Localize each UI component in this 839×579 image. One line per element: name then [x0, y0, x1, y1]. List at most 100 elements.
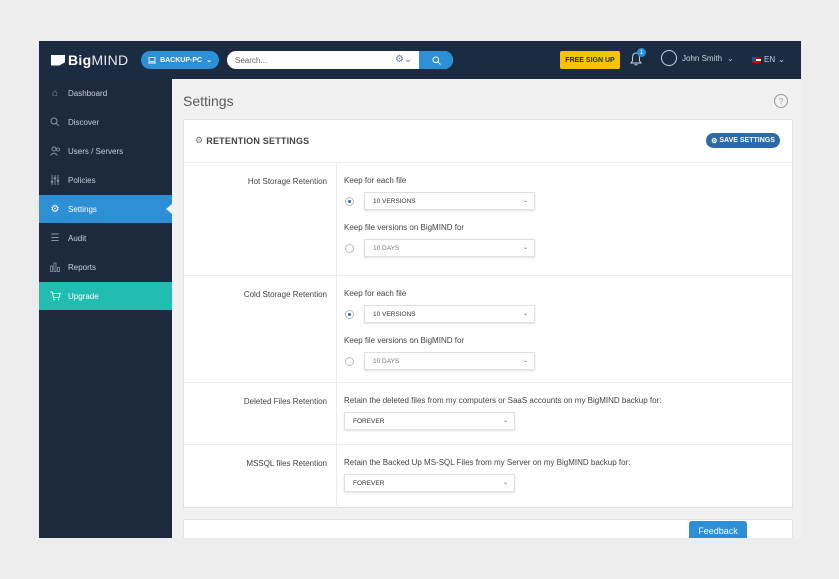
search-input[interactable]: [235, 51, 385, 69]
sidebar-item-label: Policies: [68, 175, 96, 185]
search-button[interactable]: [419, 51, 453, 69]
chevron-down-icon: ⌄: [502, 480, 508, 486]
save-settings-label: SAVE SETTINGS: [719, 137, 775, 144]
users-icon: [49, 145, 61, 157]
device-selector-button[interactable]: BACKUP-PC ⌄: [141, 51, 219, 69]
us-flag-icon: [752, 56, 761, 63]
sidebar-item-policies[interactable]: Policies: [39, 166, 172, 194]
chevron-down-icon: ⌄: [522, 198, 528, 204]
chevron-down-icon: ⌄: [502, 418, 508, 424]
help-icon[interactable]: ?: [774, 94, 788, 108]
list-icon: ☰: [50, 232, 60, 244]
retention-settings-panel: ⚙ RETENTION SETTINGS ⚙ SAVE SETTINGS Hot…: [183, 119, 793, 508]
cold-days-select[interactable]: 10 DAYS ⌄: [364, 352, 535, 370]
top-bar: BigMIND BACKUP-PC ⌄ ⚙⌄ FREE SIGN UP 1 Jo…: [39, 41, 801, 79]
cold-storage-row: Cold Storage Retention Keep for each fil…: [184, 276, 792, 383]
sidebar-item-upgrade[interactable]: Upgrade: [39, 282, 172, 310]
chevron-down-icon: ⌄: [206, 57, 212, 64]
app-window: BigMIND BACKUP-PC ⌄ ⚙⌄ FREE SIGN UP 1 Jo…: [39, 41, 801, 538]
gear-icon: ⚙: [195, 135, 204, 145]
deleted-files-select[interactable]: FOREVER ⌄: [344, 412, 515, 430]
sidebar: ⌂ Dashboard Discover Users / Servers Pol…: [39, 79, 172, 538]
search-bar: ⚙⌄: [227, 51, 453, 69]
user-menu[interactable]: John Smith ⌄: [661, 50, 734, 66]
sidebar-item-label: Dashboard: [68, 88, 108, 98]
sidebar-item-label: Reports: [68, 262, 97, 272]
mssql-files-select[interactable]: FOREVER ⌄: [344, 474, 515, 492]
row-divider: [336, 163, 337, 275]
keep-each-file-label: Keep for each file: [344, 289, 407, 298]
cold-days-radio[interactable]: [345, 357, 354, 366]
panel-title-text: RETENTION SETTINGS: [206, 135, 310, 146]
cold-storage-label: Cold Storage Retention: [243, 290, 327, 299]
select-value: FOREVER: [353, 418, 385, 425]
sidebar-item-reports[interactable]: Reports: [39, 253, 172, 281]
sidebar-item-label: Users / Servers: [68, 146, 124, 156]
cart-icon: [49, 290, 61, 302]
avatar-icon: [661, 50, 677, 66]
sidebar-item-audit[interactable]: ☰ Audit: [39, 224, 172, 252]
hot-storage-row: Hot Storage Retention Keep for each file…: [184, 163, 792, 276]
sidebar-item-label: Discover: [68, 117, 100, 127]
gear-icon: ⚙: [50, 203, 60, 215]
feedback-button[interactable]: Feedback: [689, 521, 747, 538]
deleted-files-label: Deleted Files Retention: [243, 397, 327, 406]
sidebar-item-users-servers[interactable]: Users / Servers: [39, 137, 172, 165]
sidebar-item-dashboard[interactable]: ⌂ Dashboard: [39, 79, 172, 107]
sidebar-item-discover[interactable]: Discover: [39, 108, 172, 136]
language-selector[interactable]: EN ⌄: [752, 55, 785, 64]
hot-versions-select[interactable]: 10 VERSIONS ⌄: [364, 192, 535, 210]
deleted-files-description: Retain the deleted files from my compute…: [344, 396, 662, 405]
free-signup-button[interactable]: FREE SIGN UP: [560, 51, 620, 69]
page-title: Settings: [183, 93, 234, 109]
row-divider: [336, 383, 337, 444]
select-value: 10 DAYS: [373, 245, 400, 252]
hot-days-select[interactable]: 10 DAYS ⌄: [364, 239, 535, 257]
chevron-down-icon: ⌄: [778, 55, 785, 64]
sidebar-item-label: Upgrade: [68, 291, 99, 301]
chevron-down-icon: ⌄: [522, 245, 528, 251]
search-options-gear-icon[interactable]: ⚙⌄: [395, 54, 412, 65]
panel-header: ⚙ RETENTION SETTINGS ⚙ SAVE SETTINGS: [184, 120, 792, 163]
chevron-down-icon: ⌄: [727, 53, 734, 63]
panel-title: ⚙ RETENTION SETTINGS: [195, 135, 309, 146]
sidebar-item-settings[interactable]: ⚙ Settings: [39, 195, 172, 223]
chevron-down-icon: ⌄: [522, 358, 528, 364]
gear-icon: ⚙: [711, 137, 718, 145]
notification-badge: 1: [637, 48, 646, 57]
hot-storage-label: Hot Storage Retention: [247, 177, 327, 186]
row-divider: [336, 445, 337, 506]
select-value: 10 DAYS: [373, 358, 400, 365]
logo-mark-icon: [51, 54, 65, 66]
keep-versions-label: Keep file versions on BigMIND for: [344, 336, 465, 345]
bar-chart-icon: [49, 261, 61, 273]
search-icon: [432, 56, 441, 65]
language-label: EN: [764, 55, 776, 64]
search-icon: [49, 116, 61, 128]
sidebar-item-label: Settings: [68, 204, 97, 214]
row-divider: [336, 276, 337, 382]
sidebar-item-label: Audit: [68, 233, 87, 243]
cold-versions-select[interactable]: 10 VERSIONS ⌄: [364, 305, 535, 323]
keep-each-file-label: Keep for each file: [344, 176, 407, 185]
laptop-icon: [148, 56, 157, 63]
device-label: BACKUP-PC: [160, 56, 203, 64]
sliders-icon: [49, 174, 61, 186]
logo-text-bold: Big: [68, 52, 92, 68]
user-name: John Smith: [682, 53, 723, 63]
notifications-button[interactable]: 1: [630, 48, 646, 68]
select-value: 10 VERSIONS: [373, 311, 416, 318]
chevron-down-icon: ⌄: [522, 311, 528, 317]
deleted-files-row: Deleted Files Retention Retain the delet…: [184, 383, 792, 445]
logo[interactable]: Big MIND: [51, 52, 128, 68]
save-settings-button[interactable]: ⚙ SAVE SETTINGS: [706, 133, 780, 148]
hot-versions-radio[interactable]: [345, 197, 354, 206]
select-value: FOREVER: [353, 480, 385, 487]
mssql-files-row: MSSQL files Retention Retain the Backed …: [184, 445, 792, 506]
hot-days-radio[interactable]: [345, 244, 354, 253]
main-content: Settings ? ⚙ RETENTION SETTINGS ⚙ SAVE S…: [172, 79, 801, 538]
keep-versions-label: Keep file versions on BigMIND for: [344, 223, 465, 232]
home-icon: ⌂: [51, 87, 59, 99]
logo-text-light: MIND: [91, 52, 129, 68]
cold-versions-radio[interactable]: [345, 310, 354, 319]
